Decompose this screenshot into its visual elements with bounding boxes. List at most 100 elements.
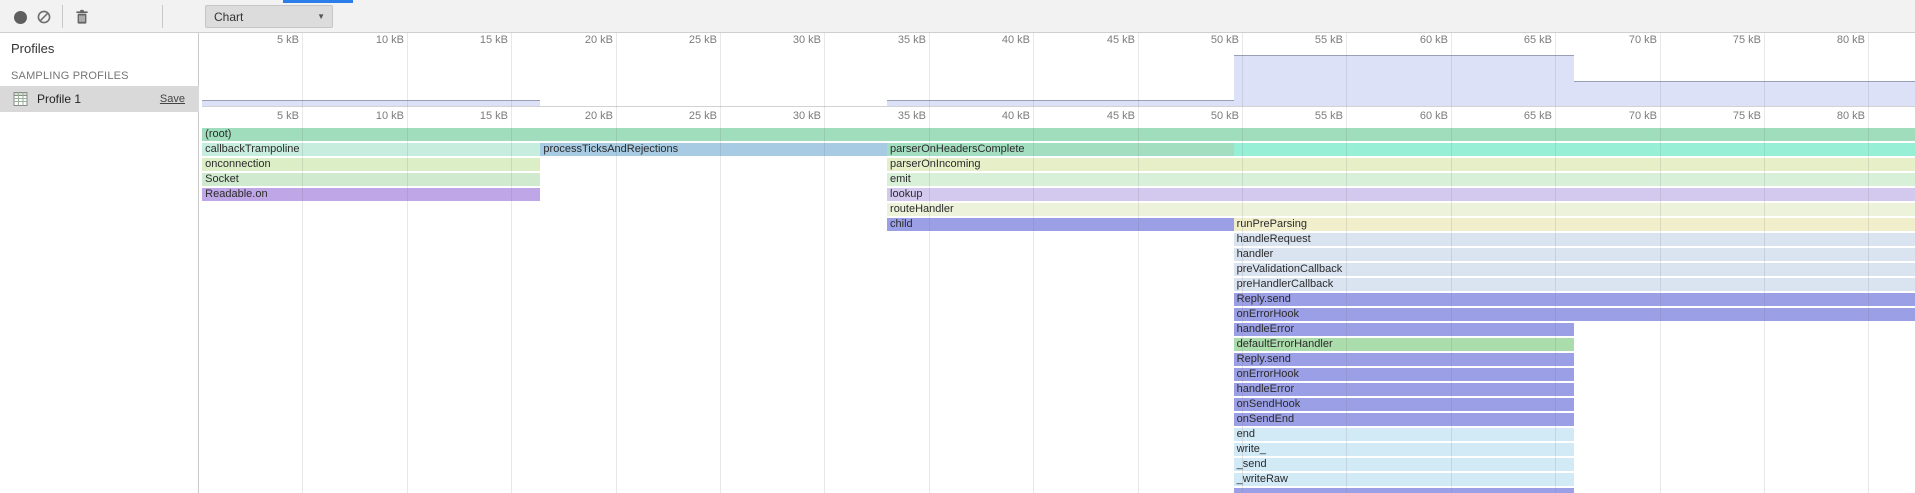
detail-ruler-label: 80 kB bbox=[1805, 110, 1865, 122]
flame-segment-onsendhook[interactable]: onSendHook bbox=[1234, 398, 1574, 411]
gridline bbox=[1451, 33, 1452, 493]
view-mode-value: Chart bbox=[206, 10, 317, 24]
flame-segment-reply-send[interactable]: Reply.send bbox=[1234, 293, 1915, 306]
gridline bbox=[929, 33, 930, 493]
flame-segment-parseronheaderscomplete[interactable]: parserOnHeadersComplete bbox=[887, 143, 1234, 156]
overview-ruler-label: 15 kB bbox=[448, 34, 508, 46]
overview-baseline bbox=[202, 106, 1915, 107]
detail-ruler-label: 10 kB bbox=[344, 110, 404, 122]
flame-segment-socket[interactable]: Socket bbox=[202, 173, 540, 186]
gridline bbox=[1868, 33, 1869, 493]
flame-segment-handler[interactable]: handler bbox=[1234, 248, 1915, 261]
overview-ruler-label: 50 kB bbox=[1179, 34, 1239, 46]
overview-ruler-label: 65 kB bbox=[1492, 34, 1552, 46]
flame-segment--send[interactable]: _send bbox=[1234, 458, 1574, 471]
detail-ruler-label: 5 kB bbox=[239, 110, 299, 122]
overview-ruler-label: 30 kB bbox=[761, 34, 821, 46]
flame-segment[interactable] bbox=[1234, 488, 1574, 493]
overview-ruler-label: 60 kB bbox=[1388, 34, 1448, 46]
overview-ruler-label: 75 kB bbox=[1701, 34, 1761, 46]
flame-segment-handleerror[interactable]: handleError bbox=[1234, 383, 1574, 396]
flame-segment-handlerequest[interactable]: handleRequest bbox=[1234, 233, 1915, 246]
clear-all-button[interactable] bbox=[32, 5, 56, 29]
devtools-profiler-panel: Chart ▼ Profiles SAMPLING PROFILES Profi… bbox=[0, 0, 1915, 493]
flame-segment-callbacktrampoline[interactable]: callbackTrampoline bbox=[202, 143, 540, 156]
flame-segment--writeraw[interactable]: _writeRaw bbox=[1234, 473, 1574, 486]
overview-ruler-label: 20 kB bbox=[553, 34, 613, 46]
flame-segment--root-[interactable]: (root) bbox=[202, 128, 1915, 141]
flame-segment-onconnection[interactable]: onconnection bbox=[202, 158, 540, 171]
gridline bbox=[302, 33, 303, 493]
gridline bbox=[1555, 33, 1556, 493]
gridline bbox=[616, 33, 617, 493]
flame-segment-parseronincoming[interactable]: parserOnIncoming bbox=[887, 158, 1915, 171]
detail-ruler-label: 70 kB bbox=[1597, 110, 1657, 122]
profile-table-icon bbox=[13, 91, 29, 107]
flame-segment-handleerror[interactable]: handleError bbox=[1234, 323, 1574, 336]
overview-area-step bbox=[1574, 81, 1915, 106]
gridline bbox=[407, 33, 408, 493]
delete-profile-button[interactable] bbox=[70, 5, 94, 29]
flame-segment-onerrorhook[interactable]: onErrorHook bbox=[1234, 368, 1574, 381]
flame-segment-end[interactable]: end bbox=[1234, 428, 1574, 441]
flame-segment-emit[interactable]: emit bbox=[887, 173, 1915, 186]
overview-ruler-label: 5 kB bbox=[239, 34, 299, 46]
detail-ruler-label: 30 kB bbox=[761, 110, 821, 122]
gridline bbox=[1346, 33, 1347, 493]
sampling-profiles-section-label: SAMPLING PROFILES bbox=[11, 70, 129, 82]
flame-segment-reply-send[interactable]: Reply.send bbox=[1234, 353, 1574, 366]
gridline bbox=[1242, 33, 1243, 493]
flame-segment-routehandler[interactable]: routeHandler bbox=[887, 203, 1915, 216]
trash-icon bbox=[74, 9, 90, 25]
view-mode-select[interactable]: Chart ▼ bbox=[205, 5, 333, 28]
overview-ruler-label: 70 kB bbox=[1597, 34, 1657, 46]
flame-segment-prevalidationcallback[interactable]: preValidationCallback bbox=[1234, 263, 1915, 276]
overview-ruler-label: 40 kB bbox=[970, 34, 1030, 46]
sidebar-item-profile-1[interactable]: Profile 1 Save bbox=[0, 86, 199, 112]
overview-ruler-label: 45 kB bbox=[1075, 34, 1135, 46]
save-profile-link[interactable]: Save bbox=[160, 93, 185, 105]
gridline bbox=[720, 33, 721, 493]
flame-segment-processticksandrejections[interactable]: processTicksAndRejections bbox=[540, 143, 887, 156]
toolbar-separator bbox=[62, 5, 63, 28]
toolbar-separator bbox=[162, 5, 163, 28]
overview-area-step bbox=[1234, 55, 1574, 106]
flame-segment[interactable] bbox=[1234, 143, 1915, 156]
flame-segment-lookup[interactable]: lookup bbox=[887, 188, 1915, 201]
flame-chart-area[interactable]: (root) callbackTrampolineprocessTicksAndR… bbox=[199, 33, 1915, 493]
profiles-sidebar: Profiles SAMPLING PROFILES Profile 1 Sav… bbox=[0, 33, 199, 493]
toolbar: Chart ▼ bbox=[0, 0, 1915, 33]
detail-ruler-label: 15 kB bbox=[448, 110, 508, 122]
detail-ruler-label: 55 kB bbox=[1283, 110, 1343, 122]
overview-ruler-label: 80 kB bbox=[1805, 34, 1865, 46]
detail-ruler-label: 50 kB bbox=[1179, 110, 1239, 122]
block-icon bbox=[36, 9, 52, 25]
detail-ruler-label: 65 kB bbox=[1492, 110, 1552, 122]
record-icon bbox=[14, 11, 27, 24]
flame-segment-defaulterrorhandler[interactable]: defaultErrorHandler bbox=[1234, 338, 1574, 351]
detail-ruler-label: 60 kB bbox=[1388, 110, 1448, 122]
record-button[interactable] bbox=[8, 5, 32, 29]
detail-ruler-label: 40 kB bbox=[970, 110, 1030, 122]
flame-segment-onsendend[interactable]: onSendEnd bbox=[1234, 413, 1574, 426]
detail-ruler-label: 35 kB bbox=[866, 110, 926, 122]
flame-segment-onerrorhook[interactable]: onErrorHook bbox=[1234, 308, 1915, 321]
gridline bbox=[1660, 33, 1661, 493]
flame-segment-prehandlercallback[interactable]: preHandlerCallback bbox=[1234, 278, 1915, 291]
overview-ruler-label: 10 kB bbox=[344, 34, 404, 46]
gridline bbox=[1764, 33, 1765, 493]
flame-segment-write-[interactable]: write_ bbox=[1234, 443, 1574, 456]
detail-ruler-label: 45 kB bbox=[1075, 110, 1135, 122]
detail-ruler-label: 75 kB bbox=[1701, 110, 1761, 122]
flame-segment-runpreparsing[interactable]: runPreParsing bbox=[1234, 218, 1915, 231]
profile-name: Profile 1 bbox=[37, 92, 160, 106]
overview-ruler-label: 55 kB bbox=[1283, 34, 1343, 46]
detail-ruler-label: 25 kB bbox=[657, 110, 717, 122]
flame-segment-child[interactable]: child bbox=[887, 218, 1234, 231]
gridline bbox=[1033, 33, 1034, 493]
chevron-down-icon: ▼ bbox=[317, 12, 332, 21]
overview-ruler-label: 25 kB bbox=[657, 34, 717, 46]
detail-ruler-label: 20 kB bbox=[553, 110, 613, 122]
gridline bbox=[511, 33, 512, 493]
flame-segment-readable-on[interactable]: Readable.on bbox=[202, 188, 540, 201]
